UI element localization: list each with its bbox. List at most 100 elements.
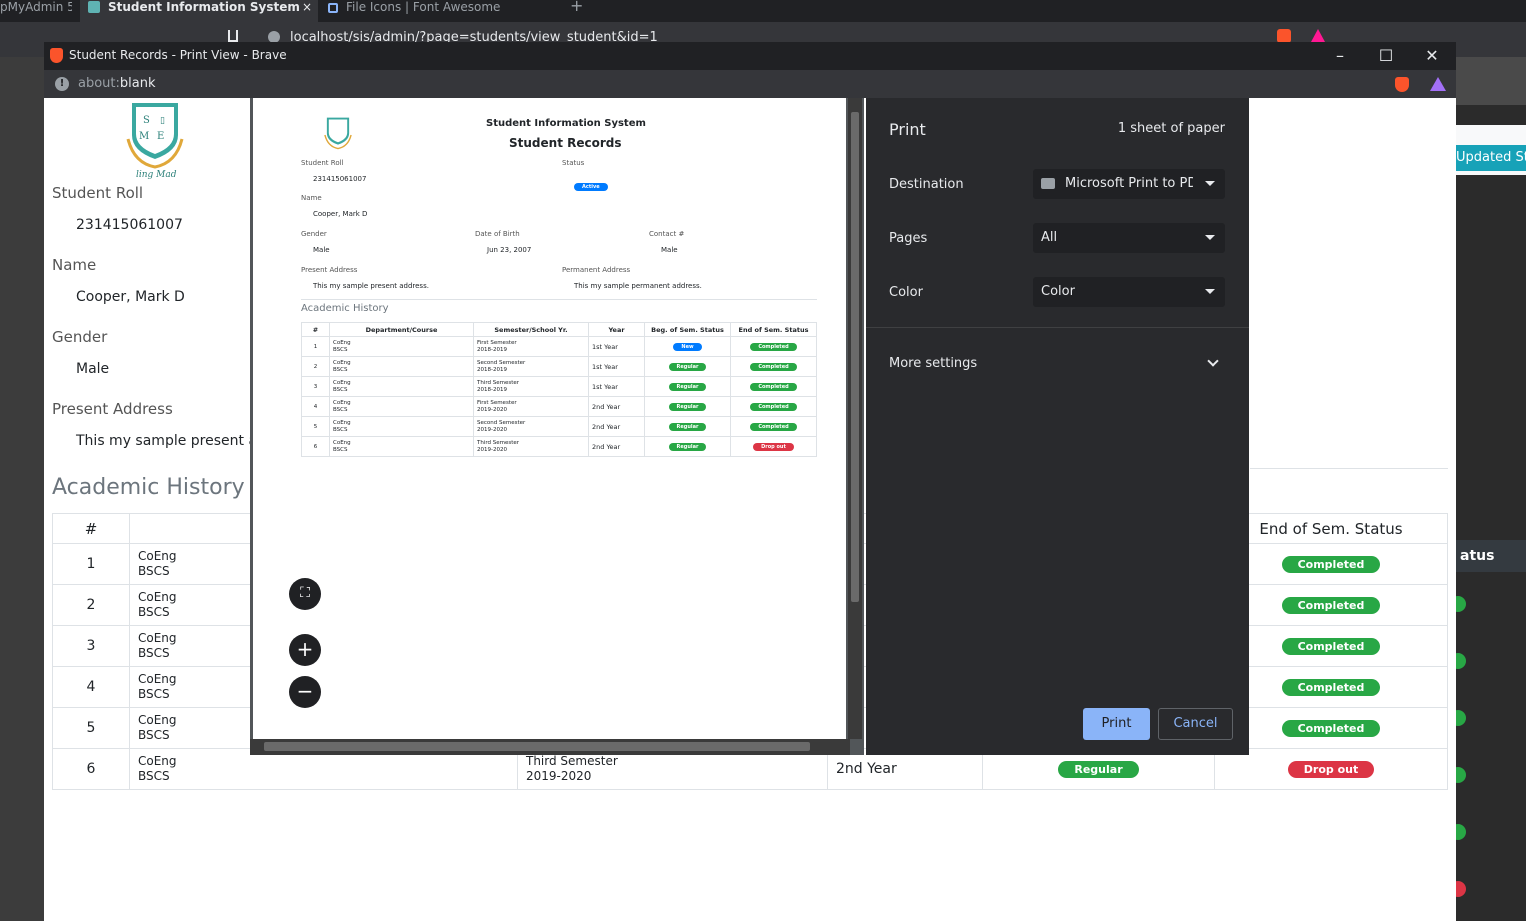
preview-student-roll-label: Student Roll — [301, 159, 344, 167]
row-end-status: Completed — [1214, 625, 1448, 667]
preview-row-year: 2nd Year — [588, 436, 645, 457]
status-badge: Completed — [1281, 555, 1381, 573]
svg-text:M: M — [139, 131, 149, 142]
brave-shield-icon[interactable] — [1395, 77, 1409, 92]
preview-table-body: 1 CoEng BSCS First Semester 2018-2019 1st Yea… — [301, 336, 817, 457]
destination-select[interactable]: Microsoft Print to PDF — [1033, 169, 1225, 199]
brave-rewards-icon[interactable] — [1311, 29, 1325, 42]
preview-row-dept: CoEng BSCS — [329, 416, 474, 437]
name-label: Name — [52, 256, 97, 274]
brave-shield-icon[interactable] — [1277, 29, 1291, 43]
preview-row-year: 1st Year — [588, 356, 645, 377]
preview-row-end: Completed — [730, 416, 817, 437]
preview-row-year: 2nd Year — [588, 396, 645, 417]
col-num-header: # — [52, 513, 130, 544]
brave-rewards-icon[interactable] — [1430, 77, 1446, 91]
preview-row-beg: Regular — [644, 396, 731, 417]
preview-row-num: 6 — [301, 436, 330, 457]
flag-icon — [328, 3, 338, 13]
color-select[interactable]: Color — [1033, 277, 1225, 307]
chevron-down-icon — [1205, 289, 1215, 294]
preview-table-header-row: # Department/Course Semester/School Yr. … — [301, 322, 817, 337]
preview-col-header: Beg. of Sem. Status — [644, 322, 731, 337]
school-logo: S ▯ M E ling Mad — [124, 99, 186, 180]
chevron-down-icon[interactable] — [1207, 355, 1219, 367]
preview-table-row: 5 CoEng BSCS Second Semester 2019-2020 2nd Ye… — [301, 416, 817, 437]
fit-to-page-button[interactable]: ⛶ — [289, 578, 321, 610]
color-label: Color — [889, 285, 923, 300]
close-window-button[interactable]: ✕ — [1412, 44, 1452, 68]
address-url[interactable]: about:blank — [78, 76, 156, 91]
minimize-button[interactable]: – — [1320, 44, 1360, 68]
preview-row-num: 2 — [301, 356, 330, 377]
present-address-label: Present Address — [52, 400, 173, 418]
preview-logo — [323, 114, 353, 156]
row-num: 4 — [52, 666, 130, 708]
preview-student-roll: 231415061007 — [313, 175, 367, 183]
scrollbar-thumb[interactable] — [264, 742, 810, 751]
preview-row-year: 2nd Year — [588, 416, 645, 437]
preview-system-title: Student Information System — [486, 118, 646, 129]
sheet-count: 1 sheet of paper — [1117, 121, 1225, 136]
preview-gender: Male — [313, 246, 330, 254]
more-settings-toggle[interactable]: More settings — [889, 356, 977, 371]
status-badge: Completed — [1281, 678, 1381, 696]
preview-dob: Jun 23, 2007 — [487, 246, 532, 254]
scrollbar-thumb[interactable] — [851, 112, 859, 602]
row-num: 2 — [52, 584, 130, 626]
print-settings-panel: Print 1 sheet of paper Destination Micro… — [866, 98, 1249, 755]
preview-table-row: 6 CoEng BSCS Third Semester 2019-2020 2nd Yea… — [301, 436, 817, 457]
name-value: Cooper, Mark D — [76, 289, 185, 305]
background-page-right-edge — [1456, 57, 1526, 921]
preview-contact-label: Contact # — [649, 230, 685, 238]
preview-row-semester: Second Semester 2018-2019 — [473, 356, 589, 377]
preview-row-num: 1 — [301, 336, 330, 357]
preview-table-row: 3 CoEng BSCS Third Semester 2018-2019 1st Yea… — [301, 376, 817, 397]
preview-divider — [301, 299, 817, 300]
new-tab-button[interactable]: + — [570, 0, 590, 22]
school-shield-icon: S ▯ M E ling Mad — [126, 103, 184, 180]
print-button[interactable]: Print — [1083, 708, 1150, 740]
gender-label: Gender — [52, 328, 108, 346]
preview-table-row: 2 CoEng BSCS Second Semester 2018-2019 1st Ye… — [301, 356, 817, 377]
tab-font-awesome[interactable]: File Icons | Font Awesome — [326, 0, 556, 22]
row-end-status: Completed — [1214, 707, 1448, 749]
status-badge: Regular — [1058, 760, 1139, 778]
svg-text:E: E — [157, 131, 164, 142]
student-roll-label: Student Roll — [52, 184, 144, 202]
preview-row-beg: Regular — [644, 356, 731, 377]
row-num: 6 — [52, 748, 130, 790]
chevron-down-icon — [1205, 181, 1215, 186]
pages-select[interactable]: All — [1033, 223, 1225, 253]
gender-value: Male — [76, 361, 110, 377]
sis-favicon-icon — [88, 1, 100, 13]
preview-col-header: Department/Course — [329, 322, 474, 337]
preview-row-dept: CoEng BSCS — [329, 376, 474, 397]
print-dialog-title: Print — [889, 120, 926, 139]
preview-row-dept: CoEng BSCS — [329, 436, 474, 457]
academic-history-heading: Academic History — [52, 475, 245, 500]
zoom-out-button[interactable]: − — [289, 676, 321, 708]
update-status-button[interactable]: Updated Status — [1452, 145, 1526, 171]
background-tab-strip: pMyAdmin 5 Student Information System × … — [0, 0, 1526, 22]
preview-row-semester: Second Semester 2019-2020 — [473, 416, 589, 437]
tab-close-icon[interactable]: × — [302, 0, 312, 14]
print-view-window-titlebar[interactable]: Student Records - Print View - Brave – ☐… — [44, 42, 1456, 70]
maximize-button[interactable]: ☐ — [1366, 44, 1406, 68]
preview-present-address: This my sample present address. — [313, 282, 429, 290]
preview-vertical-scrollbar[interactable] — [848, 98, 862, 739]
zoom-in-button[interactable]: + — [289, 634, 321, 666]
tab-student-information-system[interactable]: Student Information System × — [80, 0, 318, 22]
preview-row-year: 1st Year — [588, 336, 645, 357]
destination-label: Destination — [889, 177, 964, 192]
status-badge: Completed — [1281, 719, 1381, 737]
preview-col-header: Semester/School Yr. — [473, 322, 589, 337]
preview-horizontal-scrollbar[interactable] — [250, 739, 850, 755]
bookmark-icon[interactable] — [228, 30, 238, 42]
preview-row-end: Completed — [730, 356, 817, 377]
preview-name-label: Name — [301, 194, 322, 202]
print-view-address-bar[interactable]: ! about:blank — [44, 70, 1456, 98]
not-secure-icon[interactable]: ! — [55, 77, 69, 91]
tab-phpmyadmin[interactable]: pMyAdmin 5 — [0, 0, 72, 22]
cancel-button[interactable]: Cancel — [1158, 708, 1233, 740]
